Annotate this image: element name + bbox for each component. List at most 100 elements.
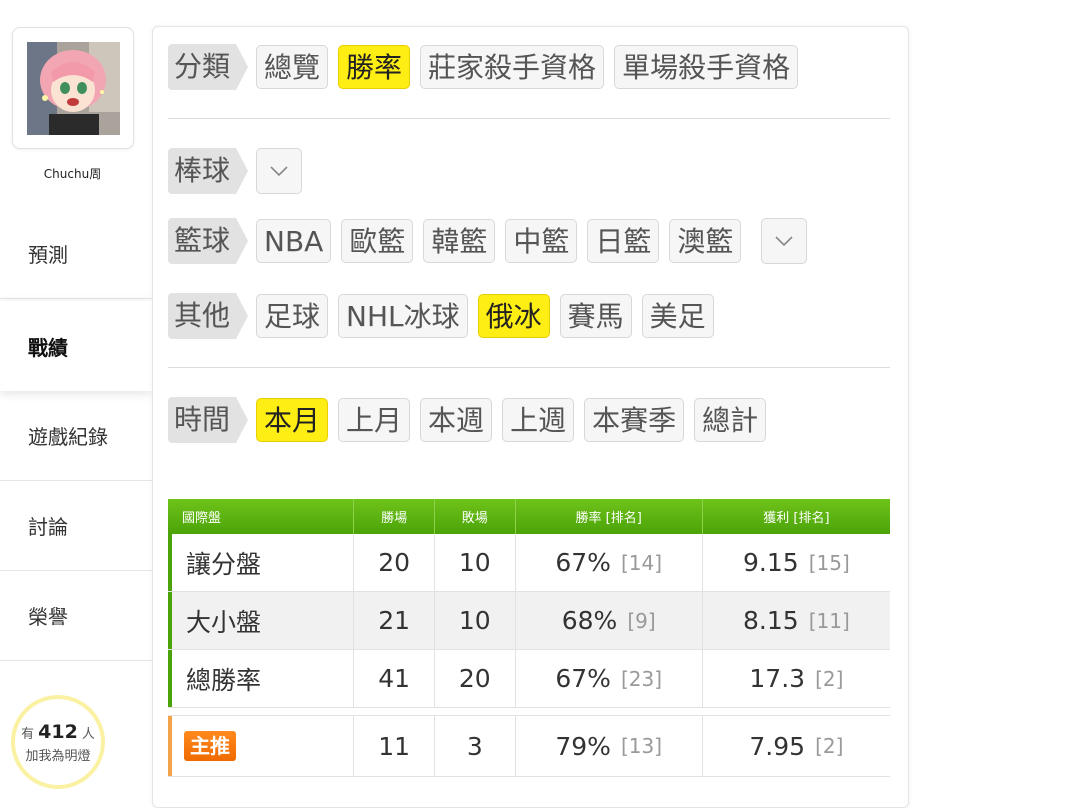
- header-wins: 勝場: [354, 499, 435, 534]
- profit-value: 8.15: [743, 606, 799, 635]
- row-profit: 8.15 [11]: [703, 592, 890, 649]
- basketball-dropdown-button[interactable]: [761, 218, 808, 264]
- main-pick-cell: 主推: [168, 716, 355, 776]
- winrate-value: 67%: [555, 548, 611, 577]
- fan-count-line: 有 412 人: [15, 721, 101, 743]
- winrate-rank: [9]: [627, 608, 656, 633]
- nav-honors[interactable]: 榮譽: [0, 571, 152, 661]
- profit-rank: [15]: [808, 550, 850, 575]
- fan-count: 412: [38, 721, 78, 743]
- other-horse-racing-chip[interactable]: 賽馬: [559, 294, 632, 338]
- winrate-value: 67%: [555, 664, 611, 693]
- basketball-korea-chip[interactable]: 韓籃: [423, 219, 496, 263]
- row-wins: 20: [354, 534, 435, 591]
- time-last-month-chip[interactable]: 上月: [338, 398, 411, 442]
- row-winrate: 79% [13]: [516, 716, 703, 776]
- category-single-killer-chip[interactable]: 單場殺手資格: [614, 45, 799, 89]
- row-losses: 20: [435, 650, 516, 707]
- winrate-rank: [14]: [620, 550, 663, 575]
- time-label: 時間: [168, 397, 249, 443]
- profit-rank: [2]: [815, 734, 844, 758]
- table-row: 讓分盤 20 10 67% [14] 9.15 [15]: [168, 534, 890, 592]
- category-label: 分類: [168, 44, 249, 90]
- nav-discussion[interactable]: 討論: [0, 481, 152, 571]
- category-bookie-killer-chip[interactable]: 莊家殺手資格: [420, 45, 605, 89]
- divider: [168, 118, 890, 119]
- time-filter-row: 時間 本月 上月 本週 上週 本賽季 總計: [168, 397, 776, 443]
- baseball-filter-row: 棒球: [168, 148, 303, 194]
- row-winrate: 68% [9]: [516, 592, 703, 649]
- category-overview-chip[interactable]: 總覽: [256, 45, 329, 89]
- other-russian-hockey-chip[interactable]: 俄冰: [477, 294, 550, 338]
- other-nhl-chip[interactable]: NHL冰球: [338, 294, 468, 338]
- table-row: 總勝率 41 20 67% [23] 17.3 [2]: [168, 650, 890, 708]
- row-losses: 3: [435, 716, 516, 776]
- profit-rank: [2]: [815, 666, 844, 691]
- row-losses: 10: [435, 592, 516, 649]
- divider: [168, 367, 890, 368]
- time-this-season-chip[interactable]: 本賽季: [584, 398, 685, 442]
- chevron-down-icon: [270, 166, 288, 177]
- basketball-japan-chip[interactable]: 日籃: [587, 219, 660, 263]
- header-losses: 敗場: [435, 499, 516, 534]
- baseball-dropdown-button[interactable]: [256, 148, 303, 194]
- time-last-week-chip[interactable]: 上週: [502, 398, 575, 442]
- basketball-label: 籃球: [168, 218, 249, 264]
- category-winrate-chip[interactable]: 勝率: [338, 45, 411, 89]
- basketball-nba-chip[interactable]: NBA: [256, 219, 332, 263]
- avatar-image: [27, 42, 120, 135]
- row-market-name: 總勝率: [168, 650, 355, 707]
- header-profit-rank: 獲利 [排名]: [763, 511, 830, 526]
- main-pick-row: 主推 11 3 79% [13] 7.95 [2]: [168, 715, 890, 777]
- row-winrate: 67% [14]: [516, 534, 703, 591]
- sidebar: Chuchu周 預測 戰績 遊戲紀錄 討論 榮譽 有 412 人 加我為明燈: [0, 0, 152, 789]
- category-filter-row: 分類 總覽 勝率 莊家殺手資格 單場殺手資格: [168, 44, 808, 90]
- row-profit: 9.15 [15]: [703, 534, 890, 591]
- profit-value: 9.15: [743, 548, 799, 577]
- time-this-month-chip[interactable]: 本月: [256, 398, 329, 442]
- other-label: 其他: [168, 293, 249, 339]
- fan-follow-circle[interactable]: 有 412 人 加我為明燈: [11, 695, 105, 789]
- time-this-week-chip[interactable]: 本週: [420, 398, 493, 442]
- follow-cta[interactable]: 加我為明燈: [15, 745, 101, 764]
- basketball-china-chip[interactable]: 中籃: [505, 219, 578, 263]
- main-pick-badge: 主推: [184, 731, 236, 761]
- nav-game-history[interactable]: 遊戲紀錄: [0, 391, 152, 481]
- other-filter-row: 其他 足球 NHL冰球 俄冰 賽馬 美足: [168, 293, 724, 339]
- row-losses: 10: [435, 534, 516, 591]
- row-market-name: 讓分盤: [168, 534, 355, 591]
- chevron-down-icon: [775, 236, 793, 247]
- stats-table: 國際盤 勝場 敗場 勝率 [排名] 獲利 [排名] 讓分盤 20 10 67% […: [168, 499, 890, 708]
- profit-rank: [11]: [808, 608, 850, 633]
- other-american-football-chip[interactable]: 美足: [641, 294, 714, 338]
- header-market: 國際盤: [168, 499, 355, 534]
- winrate-rank: [23]: [620, 666, 663, 691]
- row-wins: 21: [354, 592, 435, 649]
- profit-value: 7.95: [749, 731, 806, 761]
- winrate-value: 68%: [561, 606, 618, 635]
- time-total-chip[interactable]: 總計: [694, 398, 767, 442]
- header-winrate-rank: 勝率 [排名]: [516, 499, 703, 534]
- row-winrate: 67% [23]: [516, 650, 703, 707]
- profit-value: 17.3: [749, 664, 806, 693]
- fan-prefix: 有: [21, 727, 35, 742]
- basketball-australia-chip[interactable]: 澳籃: [669, 219, 742, 263]
- avatar-frame[interactable]: [12, 27, 134, 149]
- avatar[interactable]: [27, 42, 120, 135]
- fan-suffix: 人: [81, 727, 95, 742]
- table-header: 國際盤 勝場 敗場 勝率 [排名] 獲利 [排名]: [168, 499, 890, 534]
- basketball-filter-row: 籃球 NBA 歐籃 韓籃 中籃 日籃 澳籃: [168, 218, 808, 264]
- row-market-name: 大小盤: [168, 592, 355, 649]
- other-soccer-chip[interactable]: 足球: [256, 294, 329, 338]
- table-row: 大小盤 21 10 68% [9] 8.15 [11]: [168, 592, 890, 650]
- row-wins: 11: [354, 716, 435, 776]
- winrate-rank: [13]: [620, 734, 663, 758]
- row-profit: 17.3 [2]: [703, 650, 890, 707]
- nav-predictions[interactable]: 預測: [0, 209, 152, 299]
- row-wins: 41: [354, 650, 435, 707]
- winrate-value: 79%: [555, 731, 611, 761]
- baseball-label: 棒球: [168, 148, 249, 194]
- username: Chuchu周: [43, 167, 102, 181]
- basketball-euro-chip[interactable]: 歐籃: [341, 219, 414, 263]
- nav-record[interactable]: 戰績: [0, 301, 152, 391]
